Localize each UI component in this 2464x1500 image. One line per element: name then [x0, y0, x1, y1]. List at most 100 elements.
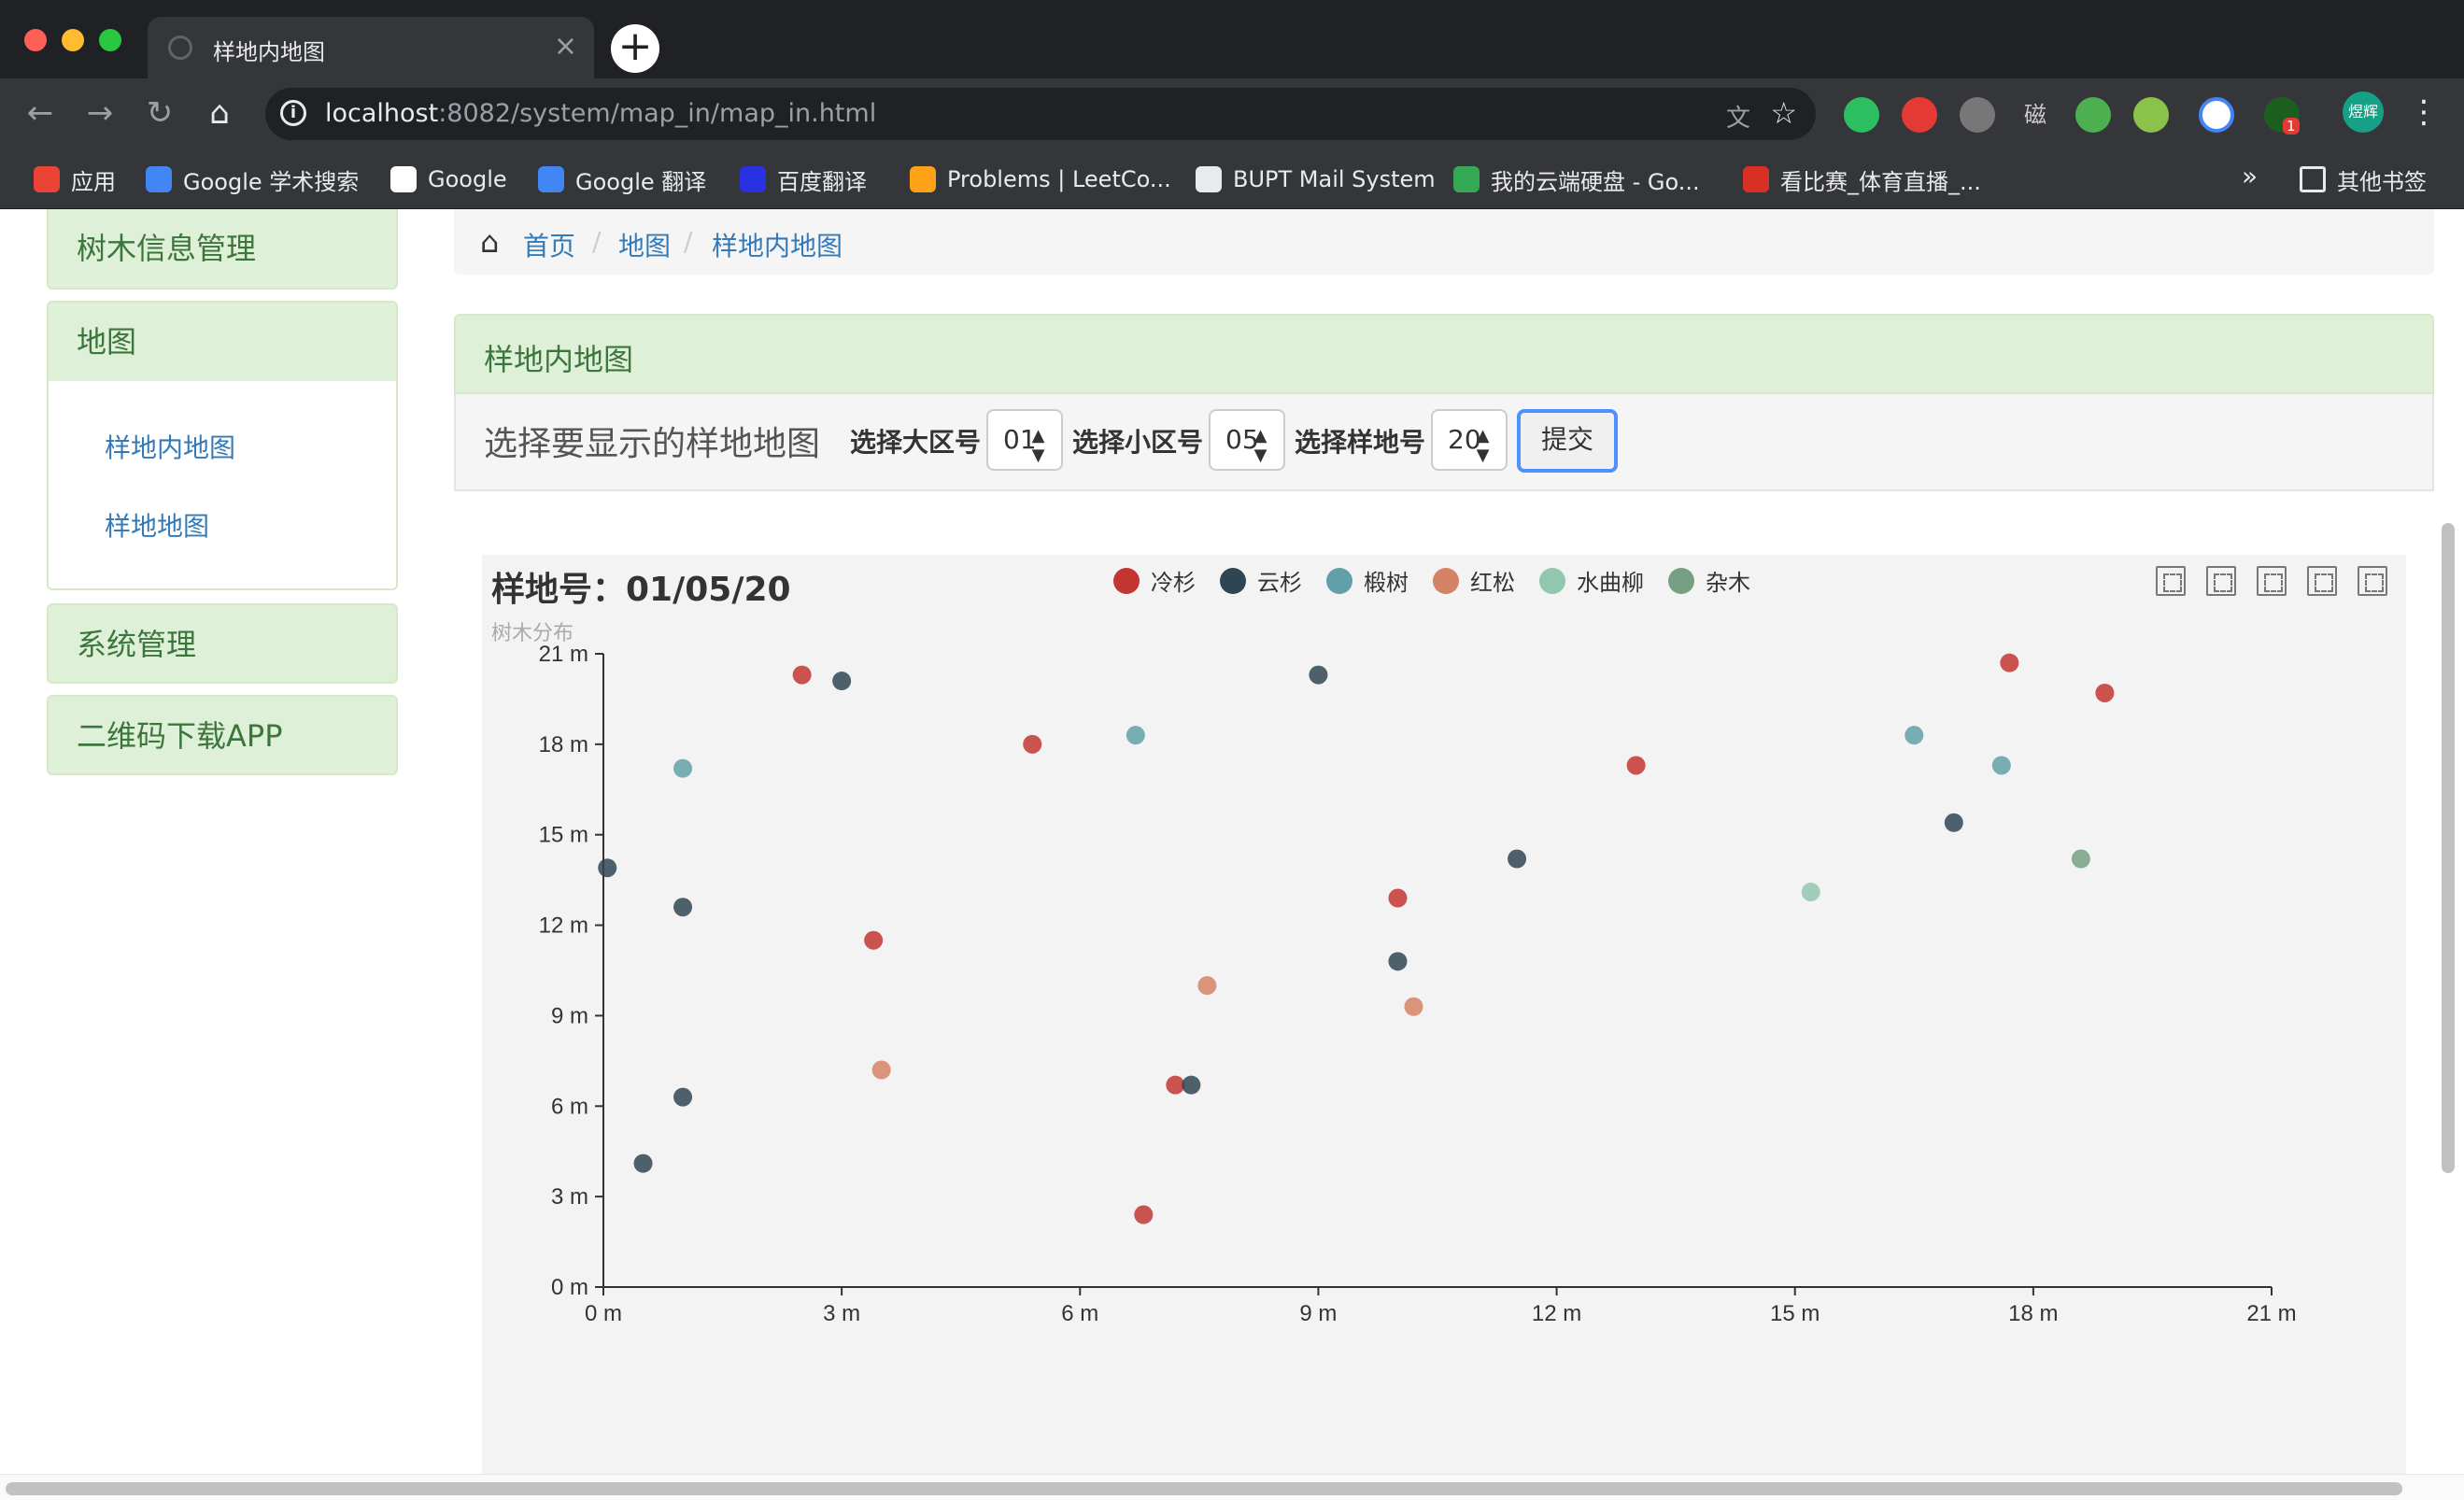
proxy-extension-icon[interactable] [2075, 97, 2111, 133]
sidebar-item-system[interactable]: 系统管理 [47, 603, 398, 684]
forward-arrow-icon[interactable]: → [78, 92, 121, 134]
legend-item[interactable]: 红松 [1433, 564, 1515, 597]
legend-item[interactable]: 椴树 [1326, 564, 1409, 597]
page-content: 树木信息管理 地图 样地内地图 样地地图 系统管理 二维码下载APP ⌂ 首页 … [0, 209, 2464, 1500]
zoom-reset-icon[interactable] [2206, 566, 2236, 596]
data-point [1801, 883, 1820, 902]
new-tab-button[interactable]: + [611, 24, 659, 73]
browser-window: { "browser": { "tab_title": "样地内地图", "ur… [0, 0, 2464, 1500]
horizontal-scrollbar[interactable] [0, 1474, 2464, 1500]
plot-number-select[interactable]: 20 ▲▼ [1431, 409, 1508, 471]
vertical-scrollbar-thumb[interactable] [2442, 523, 2455, 1173]
globe-icon [1196, 166, 1222, 192]
bookmark-item[interactable]: BUPT Mail System [1196, 159, 1436, 200]
y-tick-label: 15 m [539, 823, 588, 848]
address-bar[interactable]: i localhost:8082/system/map_in/map_in.ht… [265, 88, 1816, 140]
sidebar-submenu: 样地内地图 样地地图 [47, 381, 398, 590]
data-point [598, 858, 617, 878]
close-window-button[interactable] [24, 29, 47, 51]
sidebar-item-tree-info[interactable]: 树木信息管理 [47, 209, 398, 290]
sidebar-link-plot-inner-map[interactable]: 样地内地图 [105, 428, 235, 465]
zoom-area-icon[interactable] [2156, 566, 2186, 596]
clear-select-icon[interactable] [2358, 566, 2387, 596]
x-tick-label: 12 m [1532, 1301, 1581, 1326]
data-point [673, 758, 693, 778]
adblock-extension-icon[interactable] [1902, 97, 1937, 133]
legend-item[interactable]: 冷杉 [1113, 564, 1196, 597]
umbrella-extension-icon[interactable] [1960, 97, 1995, 133]
legend-item[interactable]: 杂木 [1668, 564, 1750, 597]
legend-label: 椴树 [1364, 570, 1409, 596]
x-tick-label: 0 m [585, 1301, 622, 1326]
tab-active[interactable]: 样地内地图 × [148, 17, 594, 78]
legend-item[interactable]: 水曲柳 [1539, 564, 1644, 597]
breadcrumb-map[interactable]: 地图 [618, 226, 671, 263]
profile-avatar[interactable]: 煜辉 [2343, 92, 2384, 133]
breadcrumb: ⌂ 首页 / 地图 / 样地内地图 [454, 209, 2434, 275]
small-area-select[interactable]: 05 ▲▼ [1209, 409, 1285, 471]
horizontal-scrollbar-thumb[interactable] [6, 1482, 2402, 1495]
bookmark-item[interactable]: Google [390, 159, 507, 200]
leaf-extension-icon[interactable] [2133, 97, 2169, 133]
bookmark-item[interactable]: 看比赛_体育直播_... [1743, 159, 1981, 200]
sidebar-link-plot-map[interactable]: 样地地图 [105, 506, 209, 544]
bookmark-label: Problems | LeetCo... [947, 166, 1171, 192]
data-point [1388, 888, 1408, 908]
x-tick-label: 21 m [2246, 1301, 2296, 1326]
bookmark-item[interactable]: Google 翻译 [538, 159, 706, 200]
site-info-icon[interactable]: i [280, 100, 306, 126]
data-point [2071, 849, 2090, 869]
data-point [1944, 813, 1963, 832]
browser-toolbar: ← → ↻ ⌂ i localhost:8082/system/map_in/m… [0, 78, 2464, 149]
bookmark-item[interactable]: Google 学术搜索 [146, 159, 359, 200]
legend-swatch-icon [1668, 567, 1694, 594]
plot-number-label: 选择样地号 [1295, 427, 1426, 458]
submit-button[interactable]: 提交 [1517, 409, 1618, 473]
sidebar-item-qrcode[interactable]: 二维码下载APP [47, 695, 398, 775]
baidu-translate-icon [740, 166, 766, 192]
back-arrow-icon[interactable]: ← [19, 92, 62, 134]
more-bookmarks-icon[interactable]: » [2242, 161, 2258, 191]
bookmark-label: 百度翻译 [777, 168, 867, 195]
evernote-extension-icon[interactable] [1844, 97, 1879, 133]
minimize-window-button[interactable] [62, 29, 84, 51]
drive-icon [1453, 166, 1480, 192]
magnet-extension-icon[interactable]: 磁 [2018, 97, 2053, 133]
bookmark-star-icon[interactable]: ☆ [1770, 95, 1797, 131]
url-text[interactable]: localhost:8082/system/map_in/map_in.html [325, 99, 876, 128]
maximize-window-button[interactable] [99, 29, 121, 51]
breadcrumb-current[interactable]: 样地内地图 [712, 226, 843, 263]
data-point [1182, 1075, 1201, 1095]
big-area-select[interactable]: 01 ▲▼ [986, 409, 1063, 471]
chart-toolbox [2156, 566, 2387, 596]
breadcrumb-home[interactable]: 首页 [523, 226, 575, 263]
chart-legend: 冷杉 云杉 椴树 红松 水曲柳 杂木 [1113, 564, 1750, 597]
rect-select-icon[interactable] [2257, 566, 2287, 596]
data-point [832, 672, 852, 691]
data-point [1166, 1075, 1185, 1095]
legend-swatch-icon [1433, 567, 1459, 594]
bookmark-item[interactable]: 应用 [34, 159, 116, 200]
select-arrows-icon: ▲▼ [1028, 426, 1048, 465]
more-menu-icon[interactable]: ⋮ [2408, 92, 2440, 133]
bookmark-item[interactable]: 百度翻译 [740, 159, 867, 200]
bookmark-item[interactable]: 我的云端硬盘 - Go... [1453, 159, 1700, 200]
y-tick-label: 18 m [539, 732, 588, 757]
y-tick-label: 9 m [551, 1003, 588, 1028]
legend-item[interactable]: 云杉 [1220, 564, 1302, 597]
bookmark-label: 看比赛_体育直播_... [1780, 168, 1981, 195]
data-point [1991, 756, 2011, 775]
polygon-select-icon[interactable] [2307, 566, 2337, 596]
home-icon[interactable]: ⌂ [198, 92, 241, 134]
bookmark-item[interactable]: Problems | LeetCo... [910, 159, 1171, 200]
bird-extension-icon[interactable] [2199, 97, 2234, 133]
tab-close-icon[interactable]: × [554, 30, 577, 63]
reload-icon[interactable]: ↻ [138, 92, 181, 134]
data-point [871, 1060, 891, 1080]
other-bookmarks-folder[interactable]: 其他书签 [2300, 159, 2427, 200]
data-point [1905, 726, 1924, 745]
sidebar-item-map[interactable]: 地图 [47, 301, 398, 383]
vertical-scrollbar[interactable] [2438, 303, 2457, 1498]
translate-page-icon[interactable]: 文 [1726, 99, 1750, 134]
y-tick-label: 0 m [551, 1275, 588, 1300]
